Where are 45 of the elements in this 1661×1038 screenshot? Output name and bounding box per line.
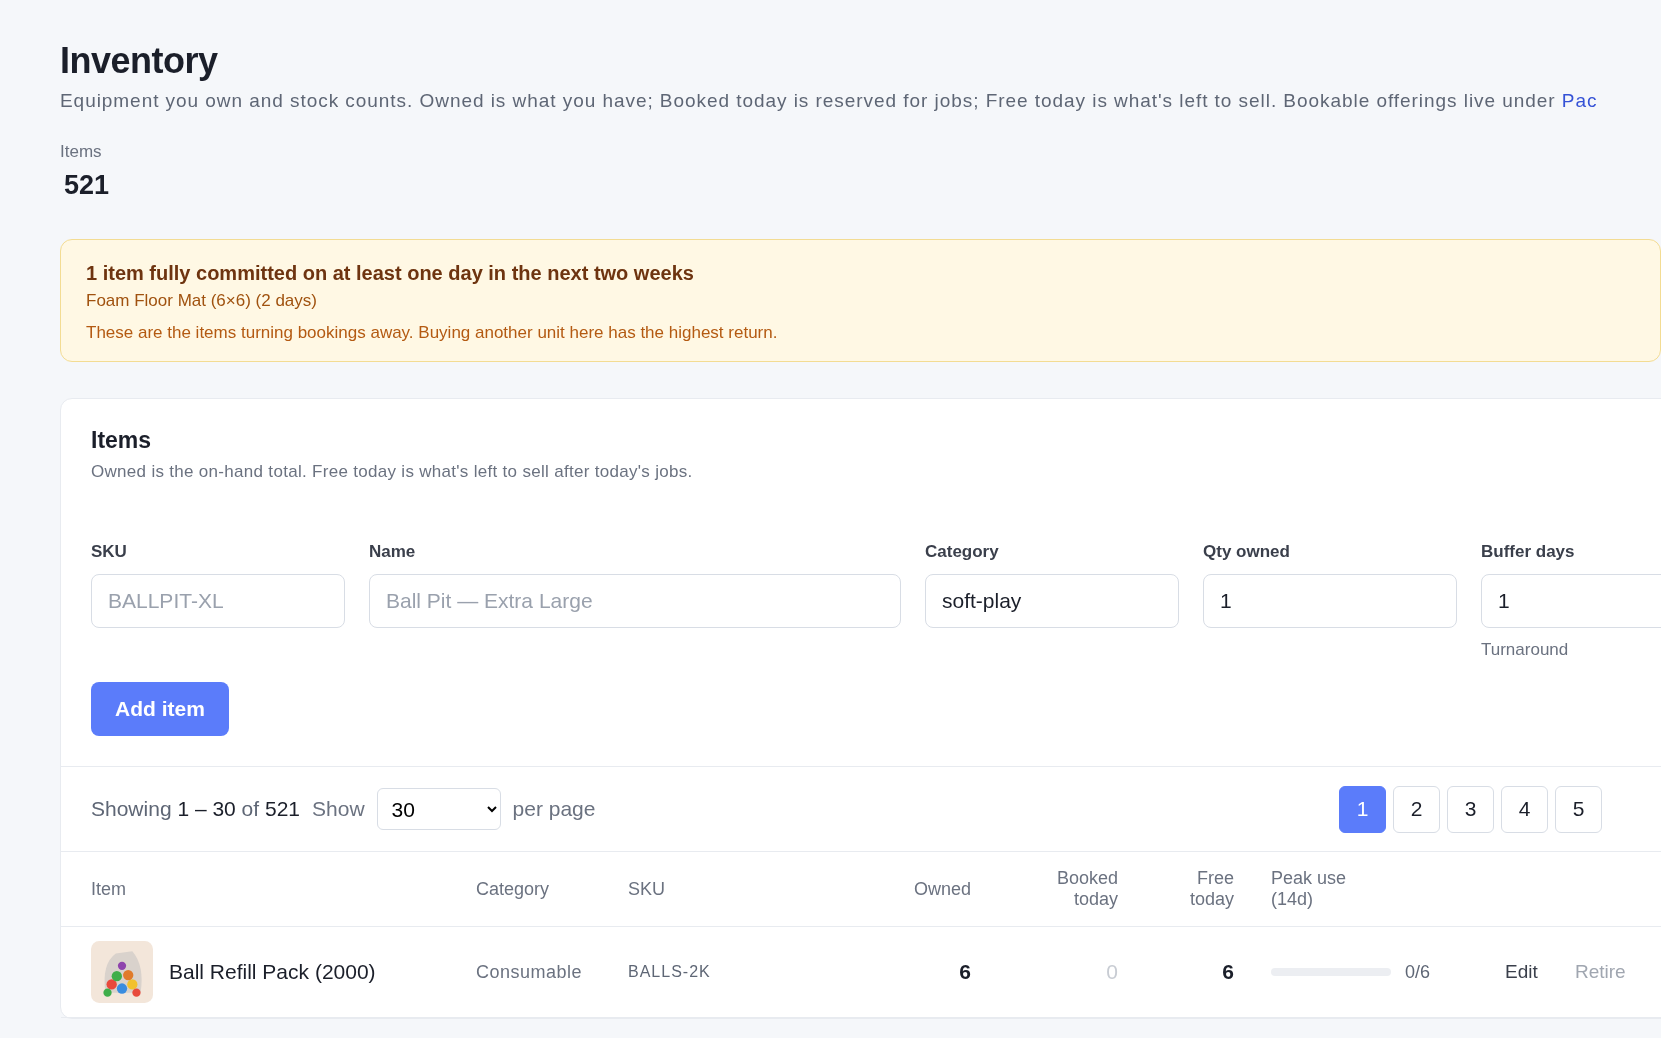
showing-count: Showing 1 – 30 of 521 bbox=[91, 797, 300, 821]
field-hint: Turnaround bbox=[1481, 640, 1570, 660]
usage-reading: 0/6 bbox=[1405, 961, 1431, 983]
column-header: Item bbox=[91, 878, 127, 900]
column-header: Free today bbox=[1188, 868, 1234, 910]
show-label: Show bbox=[312, 797, 365, 821]
input-field[interactable]: 1 bbox=[1203, 574, 1457, 628]
card-description: Owned is the on-hand total. Free today is what's left to sell after today's jobs. bbox=[91, 462, 694, 482]
packages-link[interactable]: Pac bbox=[1561, 90, 1598, 111]
per-page-label: per page bbox=[512, 797, 596, 821]
table-cell: Ball Refill Pack (2000) bbox=[169, 960, 376, 984]
input-field[interactable]: 1 bbox=[1481, 574, 1661, 628]
stat-label: Items bbox=[60, 142, 103, 162]
column-header: SKU bbox=[628, 878, 666, 900]
add-item-button[interactable]: Add item bbox=[91, 682, 229, 736]
column-header: Owned bbox=[912, 878, 971, 900]
page-button[interactable]: 3 bbox=[1447, 785, 1494, 833]
card-title: Items bbox=[91, 427, 153, 454]
field-label: Name bbox=[369, 542, 417, 562]
page-button[interactable]: 4 bbox=[1501, 785, 1548, 833]
page-button[interactable]: 5 bbox=[1555, 785, 1602, 833]
page-description: Equipment you own and stock counts. Owned is what you have; Booked today is reserved for jobs; Free today is what's left to sell. Bookable offerings live under Pac bbox=[60, 90, 1599, 112]
table-cell-text: 6 bbox=[1221, 960, 1234, 984]
page-button[interactable]: 2 bbox=[1393, 785, 1440, 833]
field-label: Buffer days bbox=[1481, 542, 1576, 562]
input-field[interactable]: Ball Pit — Extra Large bbox=[369, 574, 901, 628]
table-cell-text: Consumable bbox=[476, 961, 584, 983]
field-label: Category bbox=[925, 542, 1000, 562]
page-button[interactable]: 1 bbox=[1339, 785, 1386, 833]
edit-link[interactable]: Edit bbox=[1489, 961, 1538, 982]
field-label: Qty owned bbox=[1203, 542, 1291, 562]
table-cell-text: 6 bbox=[958, 960, 971, 984]
input-field[interactable]: soft-play bbox=[925, 574, 1179, 628]
field-label: SKU bbox=[91, 542, 128, 562]
table-cell-text: BALLS-2K bbox=[628, 963, 712, 981]
column-header: Peak use (14d) bbox=[1270, 868, 1348, 910]
alert-title: 1 item fully committed on at least one day in the next two weeks bbox=[86, 262, 695, 285]
column-header: Category bbox=[476, 878, 551, 900]
column-header: Booked today bbox=[1055, 868, 1118, 910]
page-title: Inventory bbox=[60, 40, 219, 82]
stat-value: 521 bbox=[64, 170, 111, 201]
alert-note: These are the items turning bookings away. Buying another unit here has the highest return. bbox=[86, 323, 779, 343]
per-page-select[interactable]: 30 bbox=[376, 788, 501, 830]
alert-item: Foam Floor Mat (6×6) (2 days) bbox=[86, 291, 318, 311]
input-field[interactable]: BALLPIT-XL bbox=[91, 574, 345, 628]
